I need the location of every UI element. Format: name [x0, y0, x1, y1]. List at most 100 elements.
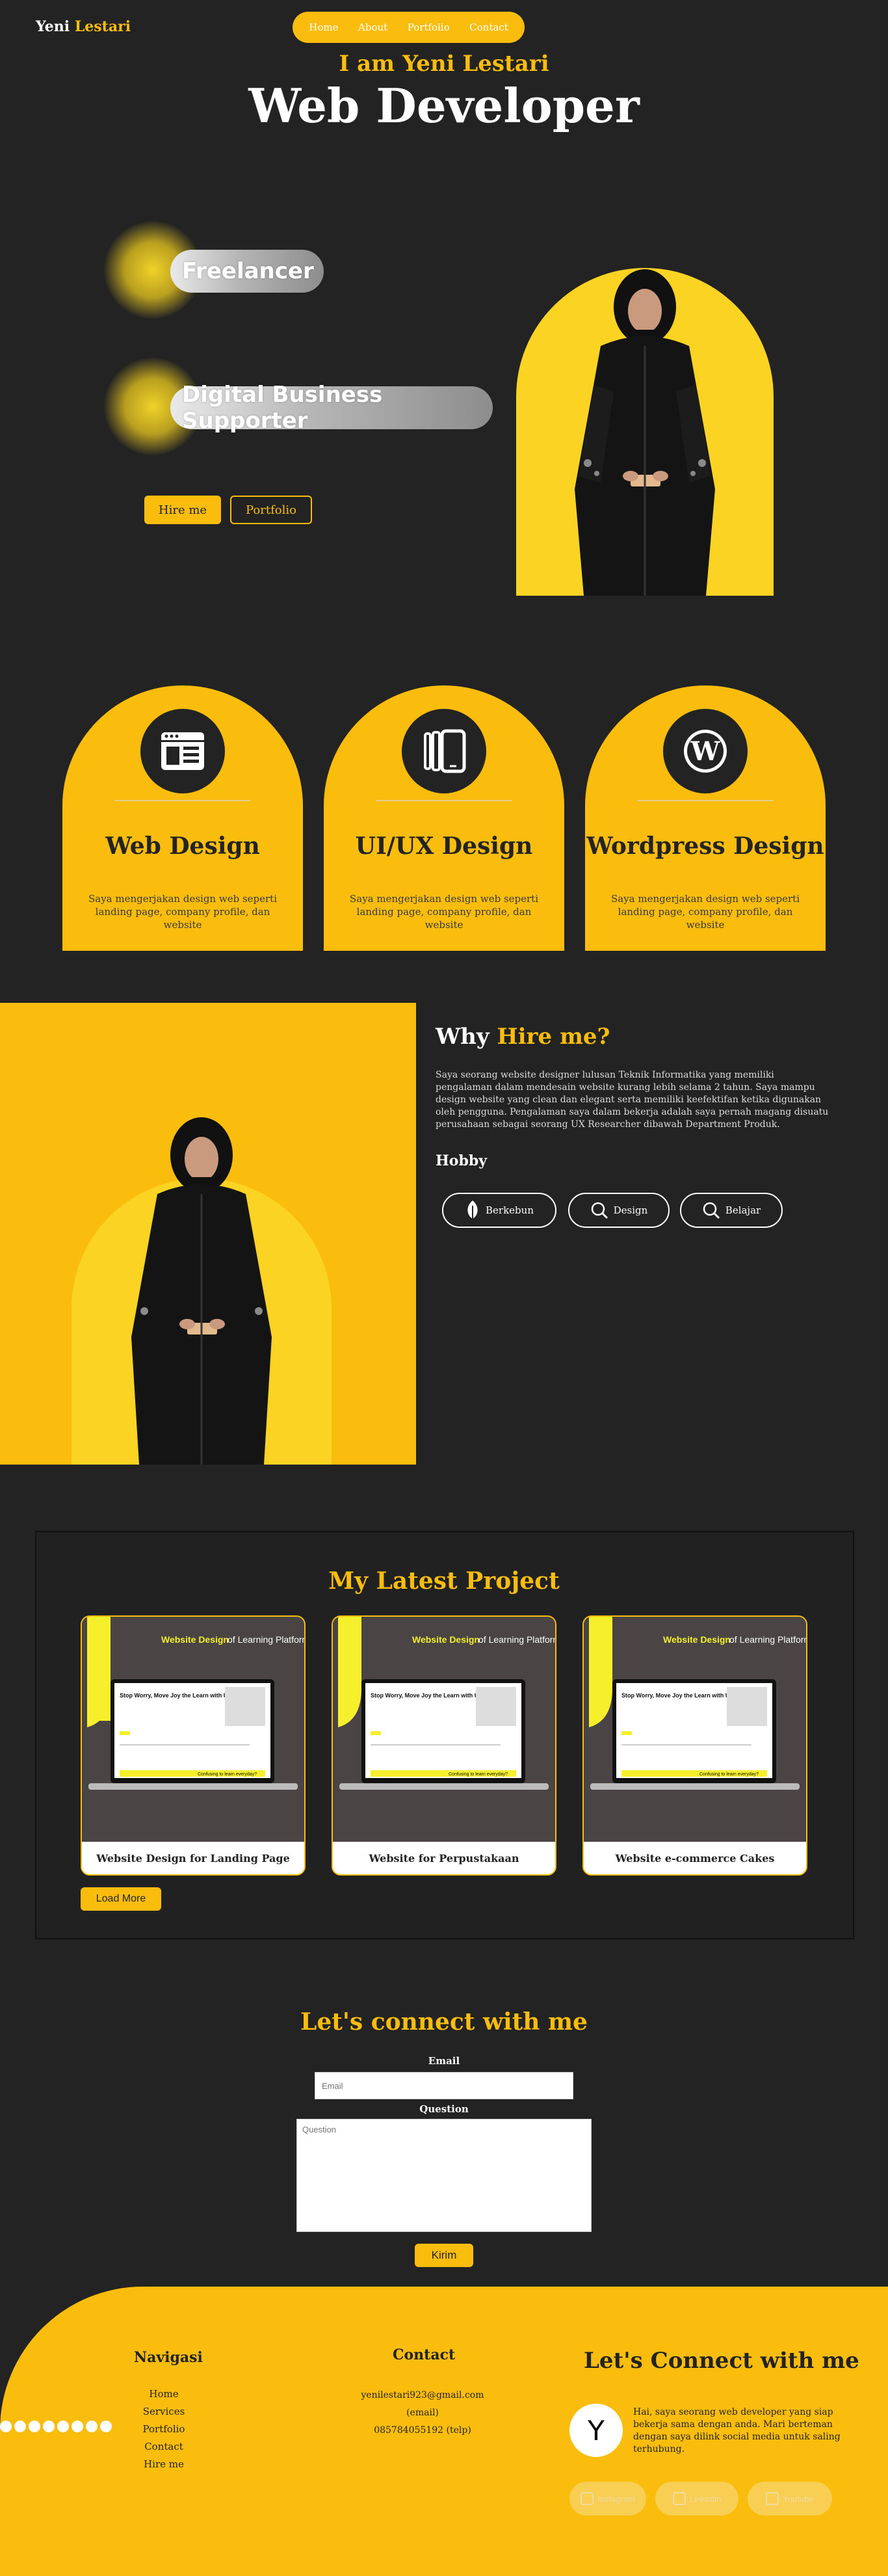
browser-layout-icon [161, 732, 204, 770]
portrait-photo [575, 269, 715, 596]
hobby-pill-berkebun: Berkebun [442, 1193, 556, 1228]
footer-nav-list: Home Services Portfolio Contact Hire me [134, 2385, 194, 2473]
submit-button[interactable]: Kirim [415, 2244, 473, 2267]
footer-link-contact[interactable]: Contact [134, 2438, 194, 2456]
portfolio-button[interactable]: Portfolio [230, 496, 312, 524]
avatar: Y [569, 2404, 623, 2457]
hobby-pill-belajar: Belajar [680, 1193, 783, 1228]
nav-link-contact[interactable]: Contact [469, 21, 508, 33]
footer-connect-text: Hai, saya seorang web developer yang sia… [633, 2407, 841, 2454]
project-title: Website Design for Landing Page [96, 1852, 290, 1865]
service-title: Web Design [105, 832, 260, 860]
about-title-plain: Why [436, 1024, 490, 1050]
thumb-title-accent: Website Design [663, 1634, 731, 1645]
service-description: Saya mengerjakan design web seperti land… [88, 893, 277, 931]
hobby-pill-design: Design [568, 1193, 670, 1228]
nav-link-portfolio[interactable]: Portfolio [408, 21, 450, 33]
contact-form-title: Let's connect with me [300, 2008, 588, 2036]
project-card[interactable]: Website Design of Learning Platform Stop… [332, 1615, 556, 1876]
footer-email[interactable]: yenilestari923@gmail.com (email) [345, 2387, 501, 2422]
thumb-screen-heading: Stop Worry, Move Joy the Learn with Us [371, 1692, 482, 1699]
magnifier-icon [703, 1202, 720, 1219]
footer-phone[interactable]: 085784055192 (telp) [345, 2422, 501, 2439]
dots-decoration [0, 2421, 112, 2432]
logo-first-name: Yeni [36, 18, 70, 35]
project-title: Website e-commerce Cakes [615, 1852, 775, 1865]
footer-nav-title: Navigasi [134, 2349, 203, 2366]
about-text: Saya seorang website designer lulusan Te… [436, 1070, 829, 1130]
divider [114, 800, 251, 801]
hero-portrait-arch [516, 268, 774, 596]
service-title: Wordpress Design [586, 832, 824, 860]
social-label: Linkedin [689, 2493, 722, 2504]
divider [376, 800, 512, 801]
role-digital-business-supporter: Digital Business Supporter [170, 382, 493, 434]
wordpress-icon: W [684, 730, 727, 773]
social-instagram-button[interactable]: Instagram [569, 2482, 646, 2516]
thumb-title-rest: of Learning Platform [228, 1634, 304, 1645]
service-description: Saya mengerjakan design web seperti land… [349, 893, 538, 931]
thumb-title-accent: Website Design [412, 1634, 480, 1645]
hero-intro: I am Yeni Lestari [339, 51, 549, 77]
icon-badge: W [663, 709, 748, 793]
navbar: Home About Portfolio Contact [293, 12, 525, 43]
projects-title: My Latest Project [328, 1567, 560, 1595]
project-thumbnail: Website Design of Learning Platform Stop… [333, 1617, 555, 1842]
social-label: Instagram [597, 2493, 635, 2504]
hobby-label: Berkebun [486, 1204, 534, 1216]
magnifier-icon [591, 1202, 608, 1219]
thumb-screen-heading: Stop Worry, Move Joy the Learn with Us [120, 1692, 231, 1699]
footer-link-portfolio[interactable]: Portfolio [134, 2421, 194, 2438]
thumb-banner: Confusing to learn everyday? [699, 1772, 759, 1777]
load-more-button[interactable]: Load More [81, 1887, 161, 1911]
icon-badge [140, 709, 225, 793]
service-card-wordpress-design: W Wordpress Design Saya mengerjakan desi… [585, 685, 826, 951]
project-title: Website for Perpustakaan [369, 1852, 519, 1865]
project-card[interactable]: Website Design of Learning Platform Stop… [81, 1615, 306, 1876]
svg-text:W: W [690, 736, 721, 767]
thumb-title-accent: Website Design [161, 1634, 229, 1645]
icon-badge [402, 709, 486, 793]
divider [637, 800, 774, 801]
thumb-screen-heading: Stop Worry, Move Joy the Learn with Us [621, 1692, 733, 1699]
service-card-web-design: Web Design Saya mengerjakan design web s… [62, 685, 303, 951]
hire-me-button[interactable]: Hire me [144, 496, 221, 524]
footer-link-home[interactable]: Home [134, 2385, 194, 2403]
hero-title: Web Developer [248, 78, 640, 133]
hobby-label: Design [613, 1204, 648, 1216]
thumb-title-rest: of Learning Platform [478, 1634, 555, 1645]
email-label: Email [428, 2055, 460, 2067]
about-title: Why Hire me? [436, 1024, 610, 1050]
social-label: Youtube [783, 2493, 814, 2504]
thumb-banner: Confusing to learn everyday? [449, 1772, 508, 1777]
thumb-banner: Confusing to learn everyday? [198, 1772, 257, 1777]
social-youtube-button[interactable]: Youtube [748, 2482, 832, 2516]
nav-link-home[interactable]: Home [309, 21, 338, 33]
footer-link-hire-me[interactable]: Hire me [134, 2456, 194, 2473]
project-thumbnail: Website Design of Learning Platform Stop… [584, 1617, 806, 1842]
hobby-title: Hobby [436, 1152, 488, 1169]
project-thumbnail: Website Design of Learning Platform Stop… [82, 1617, 304, 1842]
footer-contact-info: yenilestari923@gmail.com (email) 0857840… [345, 2387, 501, 2439]
email-field[interactable] [315, 2072, 573, 2099]
social-linkedin-button[interactable]: Linkedin [655, 2482, 738, 2516]
nav-link-about[interactable]: About [358, 21, 387, 33]
service-card-ui-ux-design: UI/UX Design Saya mengerjakan design web… [324, 685, 564, 951]
mobile-devices-icon [424, 729, 466, 773]
logo[interactable]: Yeni Lestari [36, 18, 131, 35]
footer-link-services[interactable]: Services [134, 2403, 194, 2421]
footer-connect-title: Let's Connect with me [584, 2348, 859, 2374]
leaf-icon [467, 1201, 478, 1221]
service-title: UI/UX Design [355, 832, 533, 860]
linkedin-icon [672, 2492, 686, 2505]
instagram-icon [581, 2492, 594, 2505]
about-title-accent: Hire me? [497, 1024, 610, 1050]
youtube-icon [766, 2492, 779, 2505]
thumb-title-rest: of Learning Platform [729, 1634, 806, 1645]
hobby-label: Belajar [725, 1204, 761, 1216]
logo-last-name: Lestari [74, 18, 131, 35]
project-card[interactable]: Website Design of Learning Platform Stop… [582, 1615, 807, 1876]
question-field[interactable] [296, 2119, 592, 2232]
service-description: Saya mengerjakan design web seperti land… [610, 893, 800, 931]
question-label: Question [419, 2103, 469, 2115]
